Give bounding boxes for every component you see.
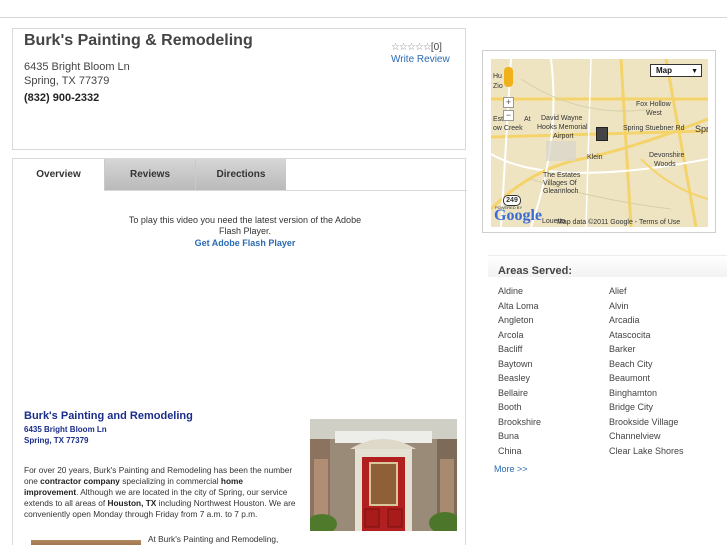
description-title: Burk's Painting and Remodeling: [24, 410, 193, 422]
map-label: Gleannloch: [543, 188, 579, 195]
business-address-line2: Spring, TX 77379: [24, 75, 110, 87]
area-item: Baytown: [498, 358, 533, 369]
area-item: Aldine: [498, 286, 524, 296]
map-label: Zio: [493, 83, 503, 90]
map-label: Villages Of: [543, 180, 577, 187]
area-item: Alvin: [609, 300, 629, 311]
area-item: Clear Lake Shores: [609, 445, 684, 456]
description-address-line2: Spring, TX 77379: [24, 436, 89, 445]
google-logo[interactable]: Google: [494, 207, 542, 225]
area-item: Arcadia: [609, 315, 640, 325]
business-address-line1: 6435 Bright Bloom Ln: [24, 61, 130, 73]
tab-reviews[interactable]: Reviews: [104, 159, 195, 191]
rating-stars: ☆☆☆☆☆[0]: [391, 42, 442, 53]
area-item: Beaumont: [609, 373, 651, 383]
area-item: Bacliff: [498, 344, 523, 354]
get-flash-link[interactable]: Get Adobe Flash Player: [125, 238, 365, 248]
area-item: Beasley: [498, 373, 531, 383]
area-item: Beach City: [609, 358, 653, 369]
area-item: Binghamton: [609, 387, 658, 398]
rating-count: [0]: [430, 42, 442, 53]
map-label: David Wayne: [541, 115, 583, 122]
map-label: Woods: [654, 161, 676, 168]
dropdown-caret-icon: ▼: [691, 68, 698, 75]
business-phone: (832) 900-2332: [24, 92, 100, 104]
area-item: Barker: [609, 344, 636, 354]
tab-overview[interactable]: Overview: [13, 159, 104, 191]
more-areas-link[interactable]: More >>: [494, 464, 528, 474]
area-item: Brookshire: [498, 416, 542, 427]
tab-directions[interactable]: Directions: [195, 159, 286, 191]
area-item: Buna: [498, 431, 520, 441]
area-item: Alief: [609, 286, 627, 296]
location-map[interactable]: + − Map ▼ Hu Zio Est At ow Creek David Wa…: [491, 59, 708, 227]
tab-divider: [104, 190, 467, 191]
map-container: + − Map ▼ Hu Zio Est At ow Creek David Wa…: [482, 50, 716, 233]
description-paragraph: For over 20 years, Burk's Painting and R…: [24, 465, 299, 520]
secondary-photo: [31, 540, 141, 545]
write-review-link[interactable]: Write Review: [391, 54, 450, 65]
desc-bold-text: contractor company: [40, 476, 120, 486]
area-item: Bellaire: [498, 387, 529, 398]
area-item: Alta Loma: [498, 300, 539, 311]
map-label: Fox Hollow: [636, 101, 671, 108]
map-label: Klein: [587, 154, 603, 161]
desc-bold-text: Houston, TX: [107, 498, 157, 508]
area-item: Channelview: [609, 431, 661, 441]
map-label: Spr: [695, 124, 708, 134]
map-label: Hu: [493, 73, 502, 80]
details-panel: Overview Reviews Directions To play this…: [12, 158, 467, 545]
area-item: Atascocita: [609, 329, 651, 340]
desc-text: specializing in commercial: [119, 476, 221, 486]
map-label: Hooks Memorial: [537, 124, 588, 131]
areas-title: Areas Served:: [498, 265, 572, 277]
zoom-out-button[interactable]: −: [503, 110, 514, 121]
area-item: Brookside Village: [609, 416, 679, 427]
storefront-door-photo: [310, 419, 457, 531]
description-address-line1: 6435 Bright Bloom Ln: [24, 425, 107, 434]
tab-bar: Overview Reviews Directions: [13, 159, 286, 191]
map-attribution[interactable]: Map data ©2011 Google - Terms of Use: [557, 219, 680, 226]
business-header-card: Burk's Painting & Remodeling 6435 Bright…: [12, 28, 466, 150]
map-label: Airport: [553, 133, 574, 140]
pegman-icon[interactable]: [504, 67, 513, 87]
map-label: Devonshire: [649, 152, 685, 159]
area-item: China: [498, 445, 522, 456]
top-divider: [0, 17, 727, 18]
area-item: Bridge City: [609, 402, 654, 412]
business-name: Burk's Painting & Remodeling: [24, 32, 253, 49]
zoom-in-button[interactable]: +: [503, 97, 514, 108]
map-type-select[interactable]: Map ▼: [650, 64, 702, 77]
map-label: ow Creek: [493, 125, 523, 132]
map-type-label: Map: [656, 66, 672, 75]
area-item: Angleton: [498, 315, 534, 325]
map-label: At: [524, 116, 531, 123]
flash-message: To play this video you need the latest v…: [128, 215, 362, 236]
location-marker-icon[interactable]: [596, 127, 608, 141]
map-label: West: [646, 110, 662, 117]
map-label: Spring Stuebner Rd: [623, 125, 685, 132]
area-item: Arcola: [498, 329, 524, 340]
map-label: The Estates: [543, 172, 581, 179]
description-paragraph-2: At Burk's Painting and Remodeling,: [148, 534, 279, 544]
map-label: Est: [493, 116, 504, 123]
areas-served-panel: Areas Served: Aldine Alta Loma Angleton …: [488, 255, 727, 545]
area-item: Booth: [498, 402, 522, 412]
star-icons: ☆☆☆☆☆: [391, 42, 432, 53]
